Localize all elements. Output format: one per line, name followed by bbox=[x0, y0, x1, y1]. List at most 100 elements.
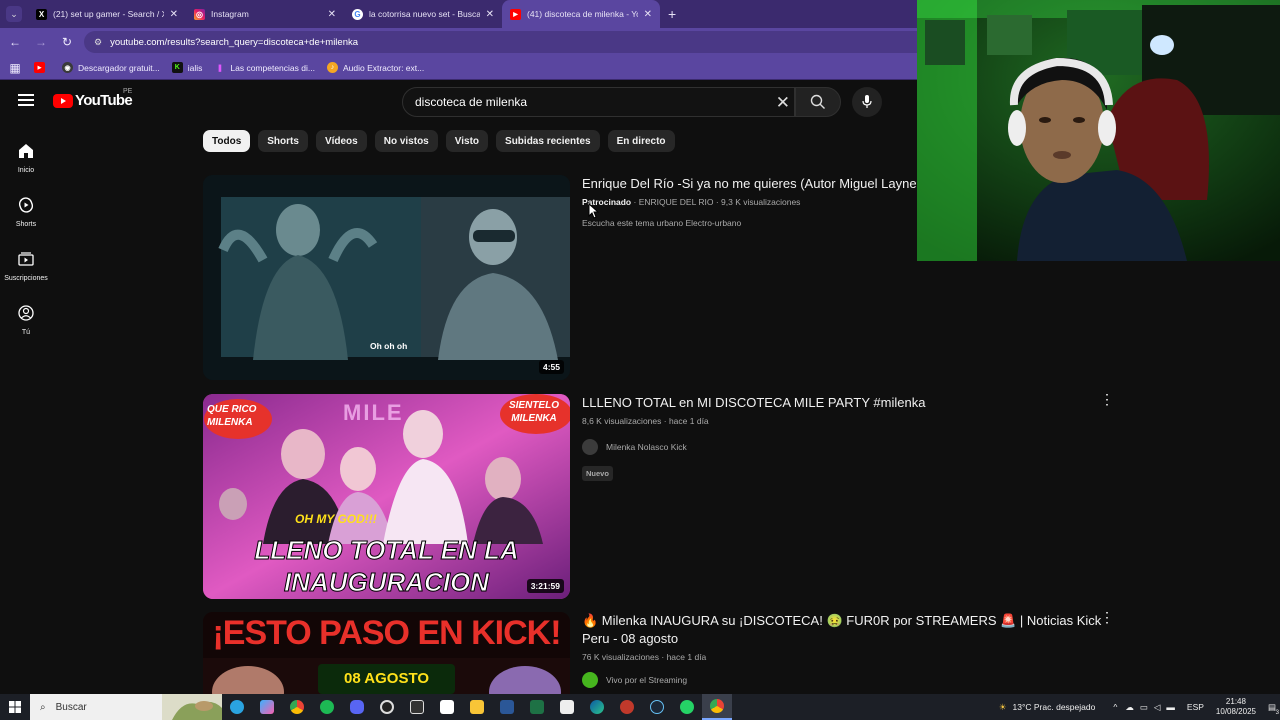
chevron-up-icon[interactable]: ^ bbox=[1113, 702, 1117, 712]
bookmark-youtube[interactable]: ▶ bbox=[34, 62, 50, 73]
word-app[interactable] bbox=[492, 694, 522, 720]
excel-app[interactable] bbox=[522, 694, 552, 720]
tab-google[interactable]: G la cotorrisa nuevo set - Buscar ✕ bbox=[344, 0, 502, 28]
new-tab-button[interactable]: + bbox=[668, 6, 676, 22]
sidebar-item-suscripciones[interactable]: Suscripciones bbox=[0, 238, 52, 292]
search-button[interactable] bbox=[795, 87, 841, 117]
battery-icon[interactable]: ▬ bbox=[1166, 702, 1175, 712]
search-input[interactable]: discoteca de milenka ✕ bbox=[402, 87, 795, 117]
tab-search-button[interactable]: ⌄ bbox=[6, 6, 22, 22]
address-bar[interactable]: ⚙ youtube.com/results?search_query=disco… bbox=[84, 31, 964, 53]
clock-date: 10/08/2025 bbox=[1215, 707, 1256, 716]
bookmark-item[interactable]: Kialis bbox=[171, 62, 202, 73]
chip-en-directo[interactable]: En directo bbox=[607, 130, 675, 152]
chrome-icon bbox=[710, 699, 724, 713]
apps-grid-icon[interactable]: ▦ bbox=[4, 61, 26, 75]
network-icon[interactable]: ▭ bbox=[1140, 702, 1148, 713]
weather-text[interactable]: 13°C Prac. despejado bbox=[1013, 702, 1096, 712]
game-app[interactable] bbox=[612, 694, 642, 720]
taskbar-search[interactable]: ⌕ Buscar bbox=[30, 694, 222, 720]
channel-row[interactable]: Vivo por el Streaming bbox=[582, 672, 1102, 688]
chrome-active-app[interactable] bbox=[702, 694, 732, 720]
tab-title: Instagram bbox=[211, 9, 249, 19]
bookmark-item[interactable]: ◉ Descargador gratuit... bbox=[62, 62, 160, 73]
instagram-icon: ◎ bbox=[194, 8, 205, 20]
channel-name[interactable]: ENRIQUE DEL RIO bbox=[639, 197, 714, 207]
language-indicator[interactable]: ESP bbox=[1187, 702, 1204, 712]
tab-x[interactable]: X (21) set up gamer - Search / X ✕ bbox=[28, 0, 186, 28]
capcut-app[interactable] bbox=[432, 694, 462, 720]
steam-app[interactable] bbox=[642, 694, 672, 720]
menu-icon[interactable] bbox=[18, 94, 34, 106]
sidebar-item-inicio[interactable]: Inicio bbox=[0, 130, 52, 184]
spotify-app[interactable] bbox=[312, 694, 342, 720]
bookmark-label: Descargador gratuit... bbox=[78, 62, 160, 73]
more-options-icon[interactable]: ⋮ bbox=[1100, 609, 1114, 626]
copilot-app[interactable] bbox=[252, 694, 282, 720]
channel-avatar[interactable] bbox=[582, 672, 598, 688]
file-explorer-app[interactable] bbox=[462, 694, 492, 720]
channel-avatar[interactable] bbox=[582, 439, 598, 455]
chip-shorts[interactable]: Shorts bbox=[258, 130, 308, 152]
channel-name[interactable]: Milenka Nolasco Kick bbox=[606, 442, 687, 452]
close-icon[interactable]: ✕ bbox=[486, 9, 494, 20]
obs-icon bbox=[380, 700, 394, 714]
reload-icon[interactable]: ↻ bbox=[56, 35, 78, 49]
bookmark-icon: ❚ bbox=[216, 64, 223, 72]
bookmark-item[interactable]: ♪ Audio Extractor: ext... bbox=[326, 62, 424, 73]
chrome-app[interactable] bbox=[282, 694, 312, 720]
close-icon[interactable]: ✕ bbox=[170, 9, 178, 20]
thumb-date: 08 AGOSTO bbox=[343, 670, 430, 687]
video-thumbnail[interactable]: Oh oh oh 4:55 bbox=[203, 175, 570, 380]
site-info-icon[interactable]: ⚙ bbox=[94, 37, 102, 48]
clear-icon[interactable]: ✕ bbox=[776, 93, 790, 113]
voice-search-button[interactable] bbox=[852, 87, 882, 117]
chip-videos[interactable]: Vídeos bbox=[315, 130, 367, 152]
tab-instagram[interactable]: ◎ Instagram ✕ bbox=[186, 0, 344, 28]
close-icon[interactable]: ✕ bbox=[644, 9, 652, 20]
video-thumbnail[interactable]: ¡ESTO PASO EN KICK! 08 AGOSTO bbox=[203, 612, 570, 694]
telegram-app[interactable] bbox=[222, 694, 252, 720]
notepad-app[interactable] bbox=[552, 694, 582, 720]
channel-row[interactable]: Milenka Nolasco Kick bbox=[582, 439, 1102, 455]
view-count: 9,3 K visualizaciones bbox=[721, 197, 801, 207]
chip-visto[interactable]: Visto bbox=[445, 130, 489, 152]
cloud-icon[interactable]: ☁ bbox=[1125, 702, 1134, 713]
microphone-icon bbox=[862, 95, 872, 108]
folder-icon bbox=[470, 700, 484, 714]
youtube-logo[interactable]: YouTube PE bbox=[53, 88, 133, 109]
clock[interactable]: 21:48 10/08/2025 bbox=[1216, 697, 1256, 717]
google-icon: G bbox=[352, 8, 363, 20]
weather-icon: ☀ bbox=[998, 701, 1007, 712]
more-options-icon[interactable]: ⋮ bbox=[1100, 391, 1114, 408]
whatsapp-app[interactable] bbox=[672, 694, 702, 720]
video-thumbnail[interactable]: QUE RICO MILENKA SIENTELO MILENKA MILE O… bbox=[203, 394, 570, 599]
epic-games-app[interactable] bbox=[402, 694, 432, 720]
channel-name[interactable]: Vivo por el Streaming bbox=[606, 675, 687, 685]
chip-todos[interactable]: Todos bbox=[203, 130, 251, 152]
thumbnail-caption: Oh oh oh bbox=[370, 341, 408, 351]
chip-no-vistos[interactable]: No vistos bbox=[374, 130, 438, 152]
discord-app[interactable] bbox=[342, 694, 372, 720]
edge-app[interactable] bbox=[582, 694, 612, 720]
tab-youtube[interactable]: ▶ (41) discoteca de milenka - You ✕ bbox=[502, 0, 660, 28]
forward-arrow-icon[interactable]: → bbox=[30, 35, 52, 49]
thumb-headline-1: LLENO TOTAL EN LA bbox=[254, 535, 519, 566]
sidebar-item-tu[interactable]: Tú bbox=[0, 292, 52, 346]
mini-guide: Inicio Shorts Suscripciones Tú bbox=[0, 130, 52, 346]
video-title[interactable]: 🔥 Milenka INAUGURA su ¡DISCOTECA! 🤢 FUR0… bbox=[582, 612, 1102, 648]
thumb-bubble-right: SIENTELO MILENKA bbox=[508, 400, 559, 424]
notification-icon[interactable]: ▤ 3 bbox=[1268, 702, 1279, 716]
new-badge: Nuevo bbox=[582, 466, 613, 481]
chip-subidas-recientes[interactable]: Subidas recientes bbox=[496, 130, 600, 152]
sidebar-item-shorts[interactable]: Shorts bbox=[0, 184, 52, 238]
start-button[interactable] bbox=[0, 701, 30, 713]
video-title[interactable]: LLLENO TOTAL en MI DISCOTECA MILE PARTY … bbox=[582, 394, 1102, 412]
bookmark-item[interactable]: ❚ Las competencias di... bbox=[214, 62, 315, 73]
volume-icon[interactable]: ◁ bbox=[1154, 702, 1161, 713]
shorts-icon bbox=[19, 196, 33, 213]
obs-app[interactable] bbox=[372, 694, 402, 720]
webcam-overlay bbox=[917, 0, 1280, 261]
back-arrow-icon[interactable]: ← bbox=[4, 35, 26, 49]
close-icon[interactable]: ✕ bbox=[328, 9, 336, 20]
